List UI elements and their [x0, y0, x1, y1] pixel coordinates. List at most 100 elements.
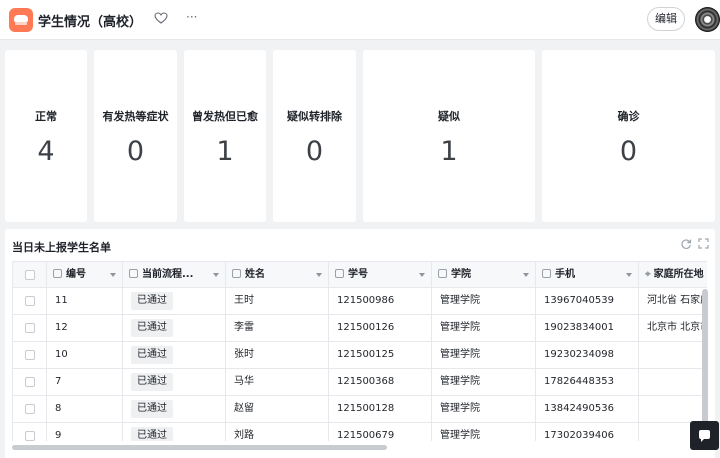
cell-phone[interactable]: 17302039406 [536, 423, 639, 441]
cell-college[interactable]: 管理学院 [432, 423, 536, 441]
chevron-down-icon[interactable] [626, 273, 632, 277]
text-field-icon [438, 269, 447, 278]
cell-id[interactable]: 8 [47, 396, 123, 423]
column-header-label: 手机 [555, 269, 575, 280]
stat-card-suspected-excluded: 疑似转排除 0 [273, 50, 356, 222]
stat-card-label: 有发热等症状 [102, 110, 169, 123]
cell-name[interactable]: 马华 [226, 369, 329, 396]
cell-student-no[interactable]: 121500128 [329, 396, 432, 423]
cell-status[interactable]: 已通过 [123, 369, 226, 396]
cell-id[interactable]: 9 [47, 423, 123, 441]
status-tag: 已通过 [131, 400, 173, 418]
stat-card-value: 0 [619, 136, 638, 167]
cell-student-no[interactable]: 121500125 [329, 342, 432, 369]
table-row[interactable]: 8 已通过 赵留 121500128 管理学院 13842490536 [13, 396, 707, 423]
cell-name[interactable]: 王时 [226, 288, 329, 315]
cell-student-no[interactable]: 121500679 [329, 423, 432, 441]
cell-status[interactable]: 已通过 [123, 423, 226, 441]
select-all-checkbox[interactable] [25, 270, 35, 280]
cell-home[interactable] [639, 369, 707, 396]
expand-icon[interactable] [698, 238, 709, 249]
cell-phone[interactable]: 17826448353 [536, 369, 639, 396]
column-header-label: 学院 [451, 269, 471, 280]
row-checkbox[interactable] [25, 404, 35, 414]
cell-status[interactable]: 已通过 [123, 342, 226, 369]
cell-id[interactable]: 10 [47, 342, 123, 369]
row-checkbox[interactable] [25, 323, 35, 333]
row-checkbox[interactable] [25, 350, 35, 360]
cell-college[interactable]: 管理学院 [432, 315, 536, 342]
table-row[interactable]: 9 已通过 刘路 121500679 管理学院 17302039406 [13, 423, 707, 441]
chevron-down-icon[interactable] [523, 273, 529, 277]
panel-title: 当日未上报学生名单 [12, 241, 111, 254]
top-bar: 学生情况（高校） ··· 编辑 [0, 0, 720, 40]
cell-home[interactable]: 河北省 石家庄 [639, 288, 707, 315]
stat-card-label: 曾发热但已愈 [192, 110, 258, 123]
stat-card-suspected: 疑似 1 [363, 50, 535, 222]
chevron-down-icon[interactable] [316, 273, 322, 277]
cell-phone[interactable]: 19023834001 [536, 315, 639, 342]
cell-id[interactable]: 7 [47, 369, 123, 396]
cell-college[interactable]: 管理学院 [432, 396, 536, 423]
chat-button[interactable] [690, 421, 719, 450]
app-title: 学生情况（高校） [38, 15, 143, 30]
cell-name[interactable]: 赵留 [226, 396, 329, 423]
column-header-home[interactable]: ⌖ 家庭所在地 [639, 262, 707, 288]
cell-status[interactable]: 已通过 [123, 396, 226, 423]
phone-field-icon [542, 269, 551, 278]
heart-outline-icon[interactable] [154, 11, 168, 25]
student-table: 编号 当前流程... 姓名 学号 学院 手机 ⌖ 家庭所在地 11 已通过 王时… [12, 261, 707, 441]
cell-id[interactable]: 11 [47, 288, 123, 315]
column-header-label: 编号 [66, 269, 86, 280]
cell-student-no[interactable]: 121500368 [329, 369, 432, 396]
cell-status[interactable]: 已通过 [123, 315, 226, 342]
cell-college[interactable]: 管理学院 [432, 288, 536, 315]
row-checkbox[interactable] [25, 377, 35, 387]
chevron-down-icon[interactable] [419, 273, 425, 277]
cell-college[interactable]: 管理学院 [432, 369, 536, 396]
cell-phone[interactable]: 13967040539 [536, 288, 639, 315]
cell-home[interactable]: 北京市 北京市 [639, 315, 707, 342]
column-header-status[interactable]: 当前流程... [123, 262, 226, 288]
row-checkbox[interactable] [25, 431, 35, 441]
stat-card-label: 确诊 [617, 110, 640, 123]
table-header-row: 编号 当前流程... 姓名 学号 学院 手机 ⌖ 家庭所在地 [13, 262, 707, 288]
vertical-scrollbar[interactable] [702, 289, 708, 429]
row-checkbox[interactable] [25, 296, 35, 306]
cell-name[interactable]: 李雷 [226, 315, 329, 342]
column-header-student-no[interactable]: 学号 [329, 262, 432, 288]
cell-student-no[interactable]: 121500986 [329, 288, 432, 315]
table-row[interactable]: 10 已通过 张时 121500125 管理学院 19230234098 [13, 342, 707, 369]
column-header-label: 学号 [348, 269, 368, 280]
chevron-down-icon[interactable] [213, 273, 219, 277]
cell-student-no[interactable]: 121500126 [329, 315, 432, 342]
cell-phone[interactable]: 19230234098 [536, 342, 639, 369]
cell-name[interactable]: 张时 [226, 342, 329, 369]
cell-status[interactable]: 已通过 [123, 288, 226, 315]
app-logo-icon [9, 8, 33, 32]
chevron-down-icon[interactable] [110, 273, 116, 277]
cell-home[interactable] [639, 396, 707, 423]
horizontal-scrollbar[interactable] [12, 445, 387, 450]
avatar[interactable] [695, 7, 720, 32]
status-tag: 已通过 [131, 427, 173, 441]
column-header-name[interactable]: 姓名 [226, 262, 329, 288]
column-header-id[interactable]: 编号 [47, 262, 123, 288]
column-header-college[interactable]: 学院 [432, 262, 536, 288]
cell-home[interactable] [639, 342, 707, 369]
edit-button[interactable]: 编辑 [647, 7, 685, 31]
column-header-phone[interactable]: 手机 [536, 262, 639, 288]
stat-card-value: 0 [126, 136, 145, 167]
table-row[interactable]: 11 已通过 王时 121500986 管理学院 13967040539 河北省… [13, 288, 707, 315]
cell-phone[interactable]: 13842490536 [536, 396, 639, 423]
stat-card-fever-symptoms: 有发热等症状 0 [94, 50, 177, 222]
more-dots-icon[interactable]: ··· [186, 11, 198, 25]
cell-name[interactable]: 刘路 [226, 423, 329, 441]
select-field-icon [129, 269, 138, 278]
table-row[interactable]: 7 已通过 马华 121500368 管理学院 17826448353 [13, 369, 707, 396]
refresh-icon[interactable] [680, 238, 692, 250]
cell-college[interactable]: 管理学院 [432, 342, 536, 369]
table-row[interactable]: 12 已通过 李雷 121500126 管理学院 19023834001 北京市… [13, 315, 707, 342]
cell-id[interactable]: 12 [47, 315, 123, 342]
status-tag: 已通过 [131, 346, 173, 364]
